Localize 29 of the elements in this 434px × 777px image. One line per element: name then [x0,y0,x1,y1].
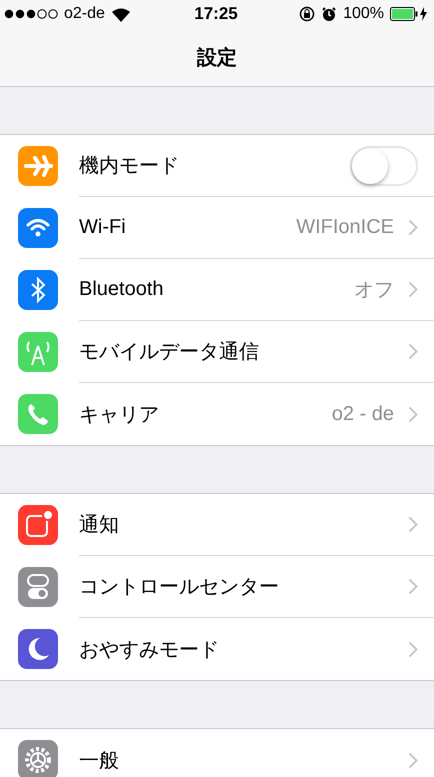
signal-icon [4,9,58,19]
clock: 17:25 [194,4,238,24]
chevron-icon [408,406,418,422]
chevron-icon [408,578,418,595]
row-label[interactable]: モバイルデータ通信 [79,338,408,365]
row-value: オフ [354,278,394,303]
toggle-switch[interactable] [350,146,418,186]
chevron-icon [408,219,418,236]
chevron-icon [408,752,418,768]
row-label[interactable]: キャリア [79,400,332,428]
row-label[interactable]: 通知 [79,511,408,538]
rotation-lock-icon [299,6,316,22]
battery-icon [390,6,428,22]
carrier-name: o2-de [64,5,105,23]
row-label[interactable]: 機内モード [79,152,350,179]
chevron-icon [408,281,418,298]
row-value: o2 - de [332,402,394,426]
row-label[interactable]: Wi-Fi [79,216,296,239]
wifi-icon [110,6,131,22]
chevron-icon [408,640,418,658]
chevron-icon [408,343,418,360]
row-label[interactable]: おやすみモード [79,636,408,662]
row-label[interactable]: Bluetooth [79,278,354,301]
screen-title: 設定 [197,46,237,70]
chevron-icon [408,516,418,533]
row-label[interactable]: コントロールセンター [79,573,408,600]
battery-percent: 100% [343,5,384,23]
alarm-icon [321,6,338,22]
row-value: WIFIonICE [296,216,394,239]
